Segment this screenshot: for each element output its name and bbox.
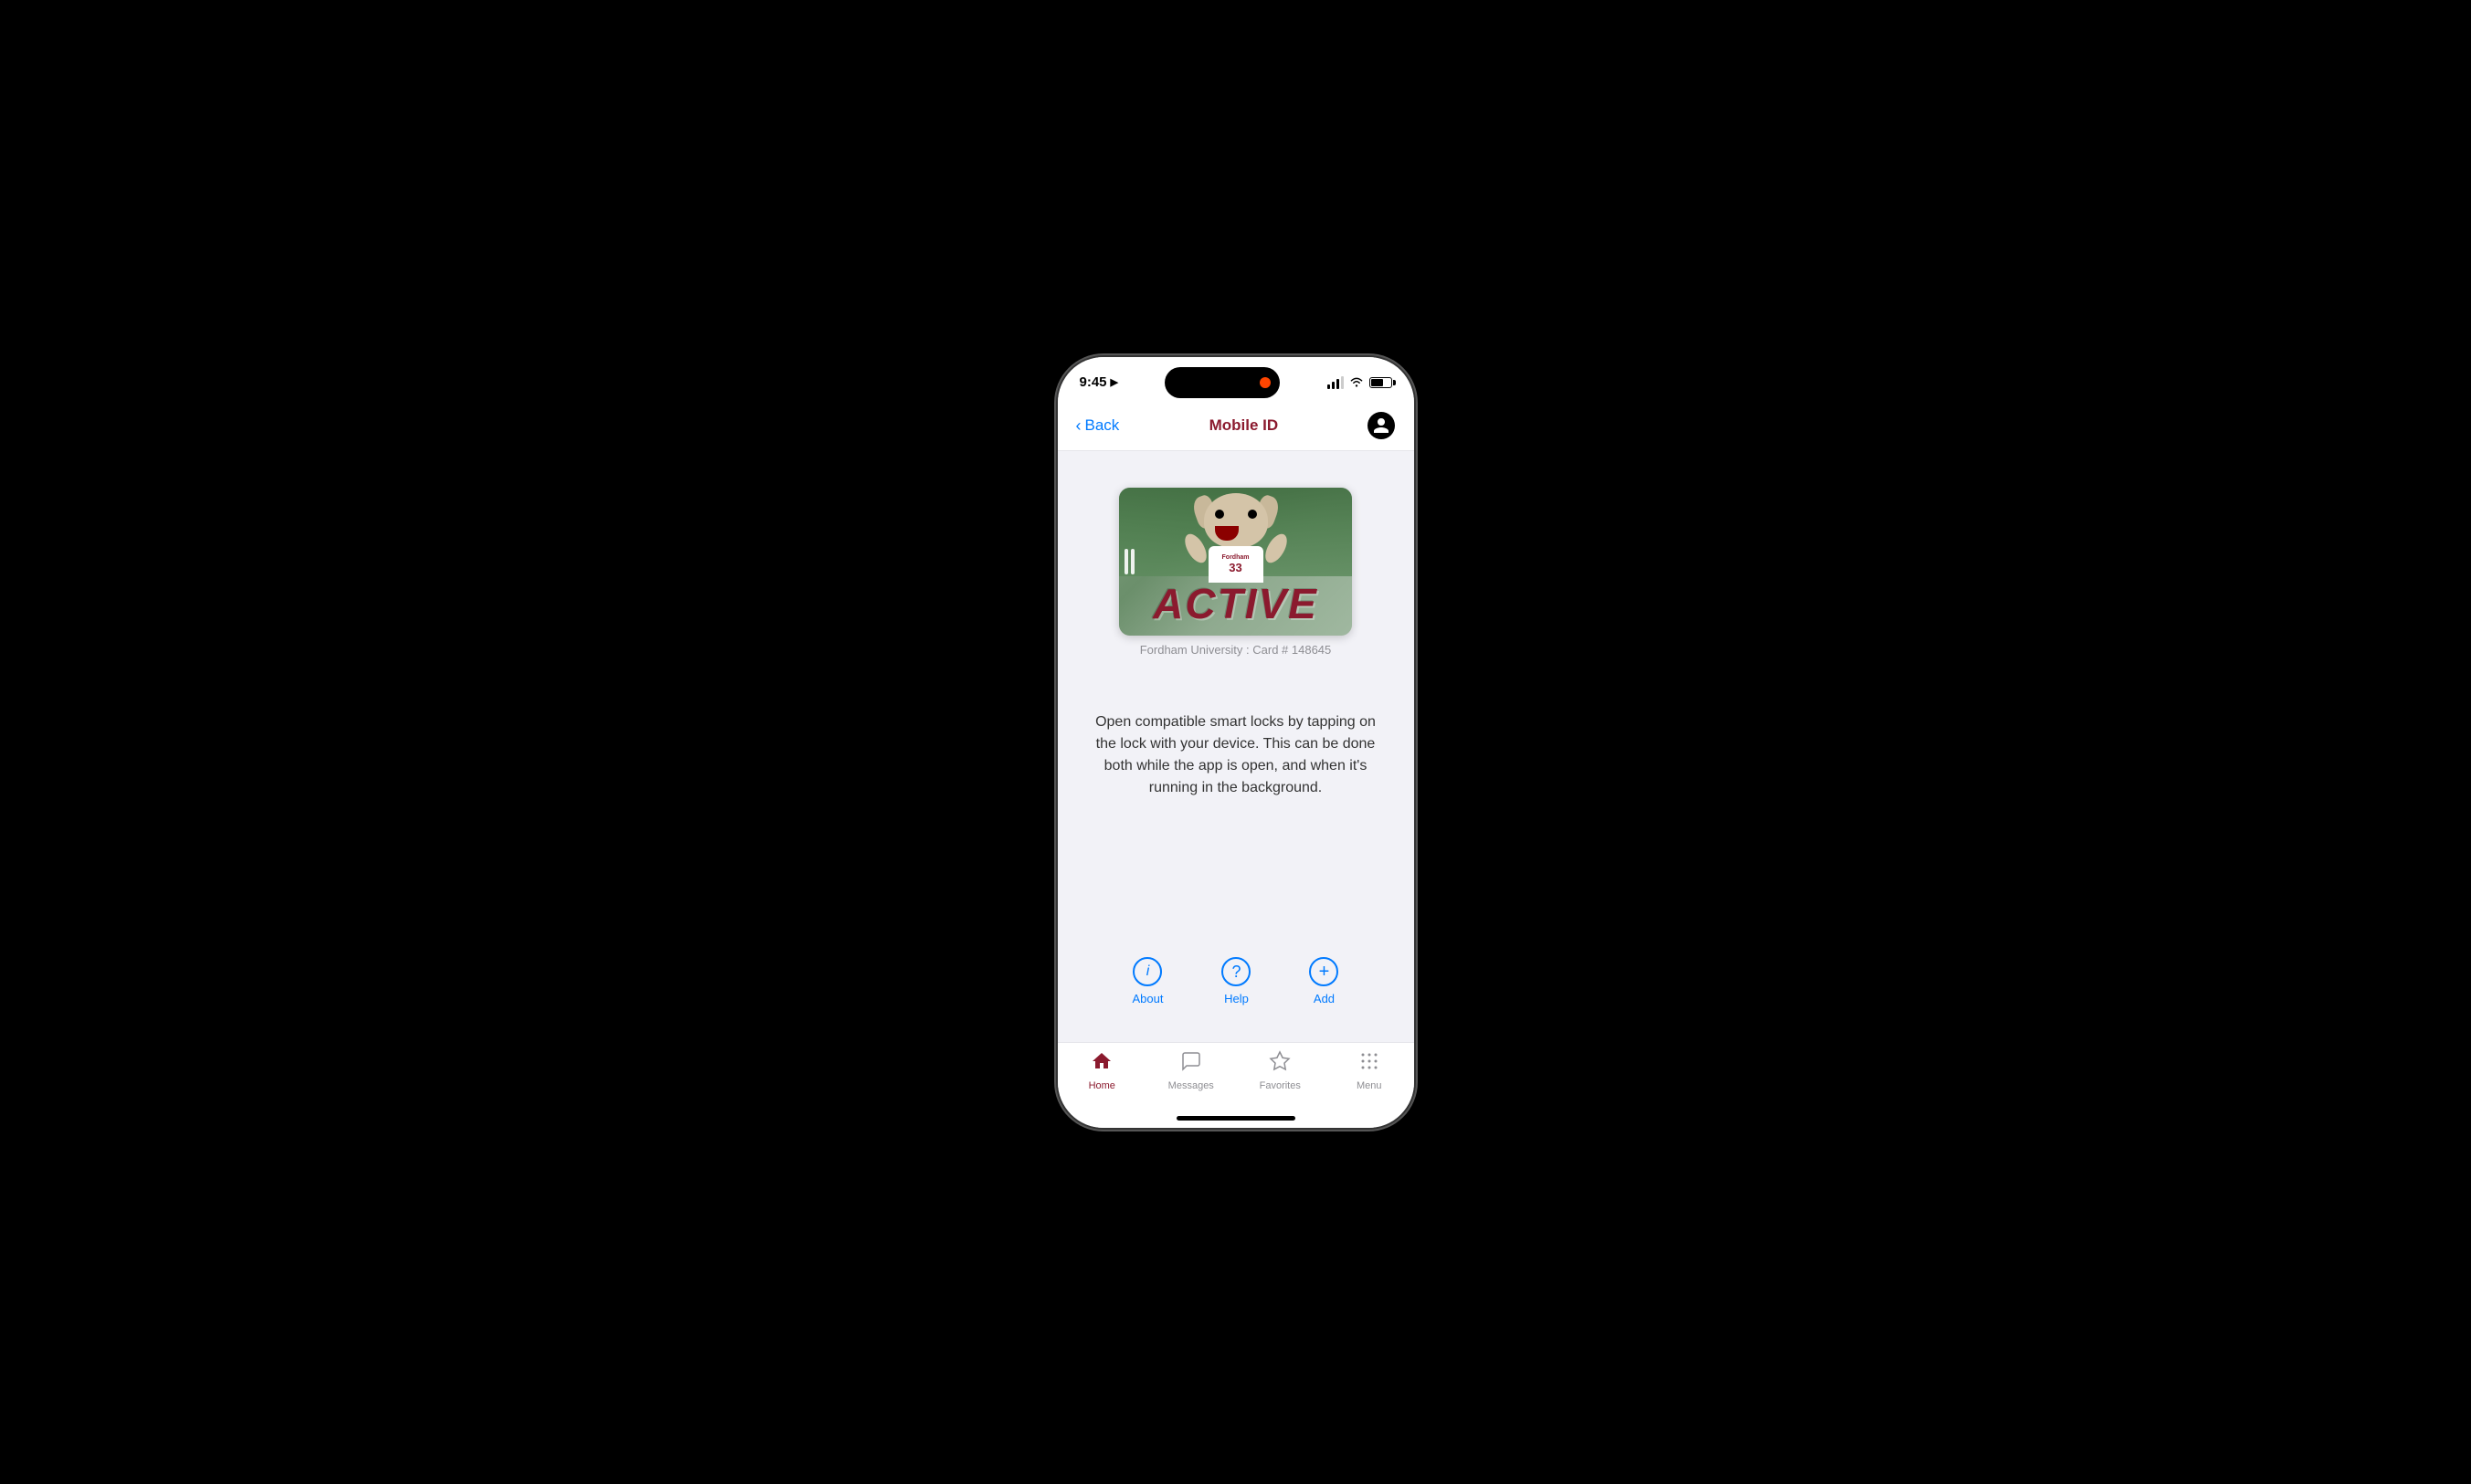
- time-display: 9:45: [1080, 374, 1107, 390]
- add-icon: +: [1309, 957, 1338, 986]
- phone-frame: 9:45 ▶: [1058, 357, 1414, 1128]
- back-button[interactable]: ‹ Back: [1076, 416, 1120, 435]
- about-label: About: [1133, 992, 1164, 1005]
- pause-bar-1: [1125, 549, 1128, 574]
- home-icon: [1091, 1050, 1113, 1077]
- add-label: Add: [1314, 992, 1335, 1005]
- bar1: [1327, 384, 1330, 389]
- tab-menu[interactable]: Menu: [1325, 1050, 1414, 1091]
- mascot-jersey: Fordham 33: [1209, 546, 1263, 583]
- description-text: Open compatible smart locks by tapping o…: [1076, 711, 1396, 799]
- page-title: Mobile ID: [1209, 416, 1279, 435]
- bar4: [1341, 376, 1344, 389]
- id-card[interactable]: Fordham 33 ACTIVE: [1119, 488, 1352, 636]
- favorites-tab-label: Favorites: [1260, 1080, 1301, 1091]
- id-card-container: Fordham 33 ACTIVE Fordham University: [1119, 488, 1352, 657]
- active-overlay: ACTIVE: [1119, 583, 1352, 625]
- tab-messages[interactable]: Messages: [1146, 1050, 1236, 1091]
- home-indicator: [1058, 1110, 1414, 1128]
- home-tab-label: Home: [1089, 1080, 1115, 1091]
- about-button[interactable]: i About: [1133, 957, 1164, 1005]
- menu-icon: [1358, 1050, 1380, 1077]
- navigation-bar: ‹ Back Mobile ID: [1058, 403, 1414, 451]
- favorites-icon: [1269, 1050, 1291, 1077]
- active-text: ACTIVE: [1119, 583, 1352, 625]
- profile-button[interactable]: [1367, 412, 1395, 439]
- battery-icon: [1369, 377, 1392, 388]
- bar2: [1332, 382, 1335, 389]
- messages-tab-label: Messages: [1168, 1080, 1214, 1091]
- mascot-head: [1204, 493, 1268, 548]
- status-time: 9:45 ▶: [1080, 374, 1119, 390]
- help-label: Help: [1224, 992, 1249, 1005]
- status-bar: 9:45 ▶: [1058, 357, 1414, 403]
- help-button[interactable]: ? Help: [1221, 957, 1251, 1005]
- pause-bars-icon: [1125, 549, 1135, 574]
- tab-favorites[interactable]: Favorites: [1236, 1050, 1325, 1091]
- jersey-number: 33: [1229, 561, 1241, 574]
- back-chevron-icon: ‹: [1076, 417, 1082, 434]
- tab-home[interactable]: Home: [1058, 1050, 1147, 1091]
- location-arrow-icon: ▶: [1111, 376, 1118, 388]
- home-bar: [1177, 1116, 1295, 1121]
- mascot-eye-left: [1215, 510, 1224, 519]
- action-buttons: i About ? Help + Add: [1076, 939, 1396, 1024]
- main-content: Fordham 33 ACTIVE Fordham University: [1058, 451, 1414, 1042]
- about-icon: i: [1133, 957, 1162, 986]
- status-icons: [1327, 375, 1392, 390]
- jersey-university: Fordham: [1222, 554, 1250, 561]
- help-icon: ?: [1221, 957, 1251, 986]
- battery-fill: [1371, 379, 1384, 386]
- add-button[interactable]: + Add: [1309, 957, 1338, 1005]
- wifi-icon: [1349, 375, 1364, 390]
- messages-icon: [1180, 1050, 1202, 1077]
- dynamic-island: [1165, 367, 1280, 398]
- mascot-figure: Fordham 33: [1195, 491, 1277, 583]
- menu-tab-label: Menu: [1357, 1080, 1382, 1091]
- tab-bar: Home Messages Favorites: [1058, 1042, 1414, 1110]
- bar3: [1336, 379, 1339, 389]
- recording-dot: [1260, 377, 1271, 388]
- card-label: Fordham University : Card # 148645: [1140, 643, 1332, 657]
- mascot-eye-right: [1248, 510, 1257, 519]
- signal-bars-icon: [1327, 376, 1344, 389]
- back-label: Back: [1085, 416, 1120, 435]
- pause-bar-2: [1131, 549, 1135, 574]
